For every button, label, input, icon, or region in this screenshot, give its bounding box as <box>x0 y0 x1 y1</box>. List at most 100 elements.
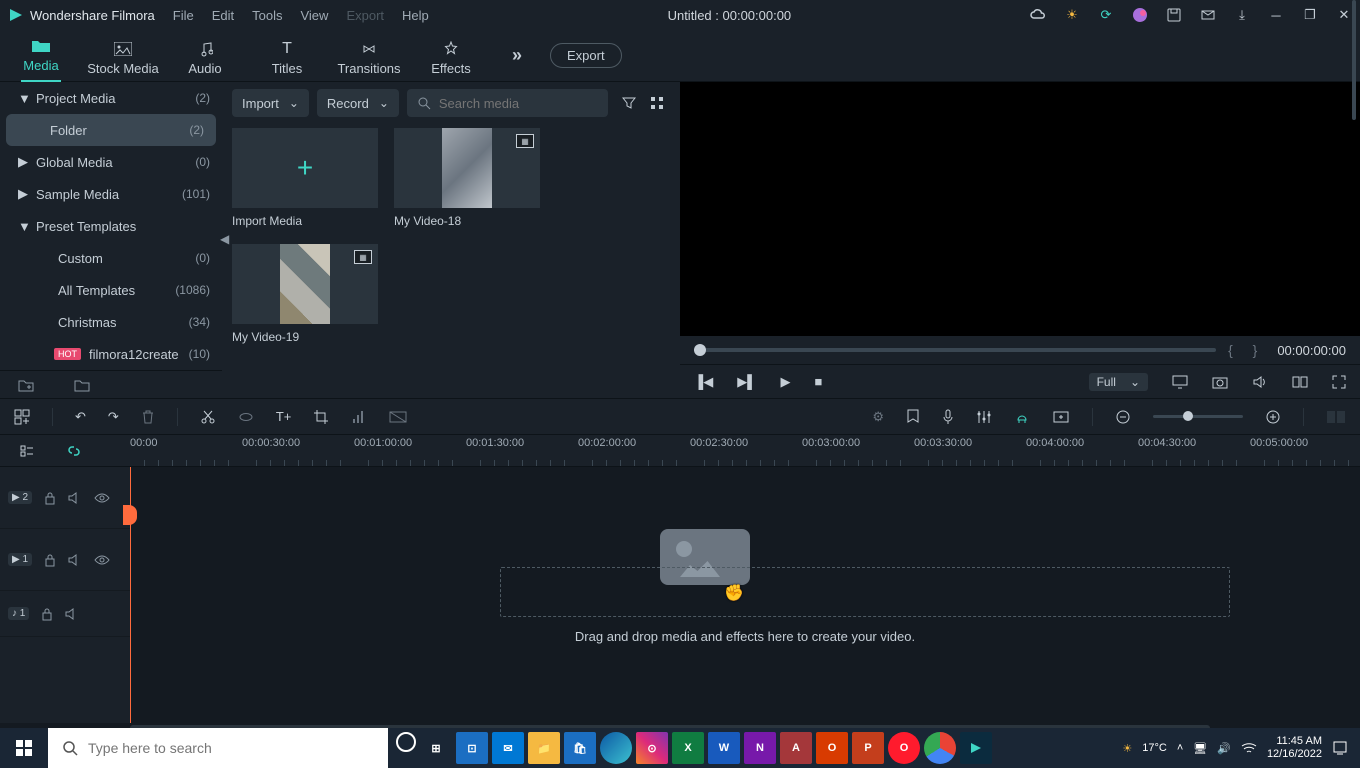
media-thumb[interactable]: + <box>232 128 378 208</box>
lock-icon[interactable] <box>44 491 56 505</box>
timeline-tracks[interactable]: ✊ Drag and drop media and effects here t… <box>130 467 1360 723</box>
menu-edit[interactable]: Edit <box>212 8 234 23</box>
fit-icon[interactable] <box>1326 409 1346 425</box>
search-media-input[interactable] <box>407 89 608 117</box>
crop-icon[interactable] <box>313 409 329 425</box>
explorer-icon[interactable]: 📁 <box>528 732 560 764</box>
powerpoint-icon[interactable]: P <box>852 732 884 764</box>
notifications-icon[interactable] <box>1332 740 1348 756</box>
stop-icon[interactable]: ■ <box>814 374 822 389</box>
magnet-icon[interactable] <box>1014 409 1030 425</box>
media-item[interactable]: ▦My Video-18 <box>394 128 540 228</box>
sidebar-scrollbar[interactable] <box>1352 0 1356 120</box>
weather-icon[interactable]: ☀ <box>1122 742 1132 755</box>
media-thumb[interactable]: ▦ <box>232 244 378 324</box>
office-icon[interactable]: O <box>816 732 848 764</box>
play-icon[interactable]: ▶ <box>780 374 790 390</box>
mute-icon[interactable] <box>65 608 79 620</box>
more-tabs-icon[interactable]: » <box>512 45 522 66</box>
sidebar-item[interactable]: ▼Project Media(2) <box>0 82 222 114</box>
add-text-icon[interactable]: T+ <box>276 409 292 424</box>
chrome-icon[interactable] <box>924 732 956 764</box>
window-close-icon[interactable]: ✕ <box>1336 7 1352 23</box>
snapshot-icon[interactable] <box>1212 375 1228 389</box>
cog-icon[interactable]: ⚙ <box>872 409 884 425</box>
menu-help[interactable]: Help <box>402 8 429 23</box>
tray-icon[interactable]: 🖥 <box>1193 742 1207 755</box>
tab-stock-media[interactable]: Stock Media <box>82 36 164 76</box>
record-dropdown[interactable]: Record ⌄ <box>317 89 399 117</box>
video-track-1-head[interactable]: ▶ 1 <box>0 529 130 591</box>
dropzone[interactable] <box>500 567 1230 617</box>
media-item[interactable]: +Import Media <box>232 128 378 228</box>
step-forward-icon[interactable]: ▶▌ <box>737 374 756 390</box>
opera-icon[interactable]: O <box>888 732 920 764</box>
preview-screen[interactable] <box>680 82 1360 336</box>
media-item[interactable]: ▦My Video-19 <box>232 244 378 344</box>
menu-file[interactable]: File <box>173 8 194 23</box>
cortana-icon[interactable] <box>396 732 416 752</box>
search-field[interactable] <box>439 96 598 111</box>
color-icon[interactable] <box>389 410 407 424</box>
download-icon[interactable]: ⤓ <box>1234 7 1250 23</box>
add-marker-icon[interactable] <box>1052 410 1070 424</box>
speed-icon[interactable] <box>351 409 367 425</box>
sidebar-item[interactable]: ▶Sample Media(101) <box>0 178 222 210</box>
undo-icon[interactable]: ↶ <box>75 409 86 425</box>
mixer-icon[interactable] <box>976 409 992 425</box>
sidebar-item[interactable]: All Templates(1086) <box>0 274 222 306</box>
tab-titles[interactable]: T Titles <box>246 36 328 76</box>
export-button[interactable]: Export <box>550 43 622 68</box>
layout-icon[interactable] <box>14 409 30 425</box>
taskbar-clock[interactable]: 11:45 AM 12/16/2022 <box>1267 735 1322 761</box>
lightbulb-icon[interactable]: ☀ <box>1064 7 1080 23</box>
delete-icon[interactable] <box>141 409 155 425</box>
sidebar-item[interactable]: HOTfilmora12create(10) <box>0 338 222 370</box>
wifi-icon[interactable] <box>1241 742 1257 754</box>
headphones-icon[interactable]: ⟳ <box>1098 7 1114 23</box>
mute-icon[interactable] <box>68 554 82 566</box>
tab-media[interactable]: Media <box>0 33 82 78</box>
start-button[interactable] <box>0 728 48 768</box>
mail-icon[interactable] <box>1200 7 1216 23</box>
collapse-sidebar-icon[interactable]: ◀ <box>220 232 229 246</box>
sidebar-item[interactable]: Christmas(34) <box>0 306 222 338</box>
task-view-icon[interactable]: ⊞ <box>420 732 452 764</box>
edge-icon[interactable] <box>600 732 632 764</box>
seek-bar[interactable] <box>694 348 1216 352</box>
zoom-in-icon[interactable] <box>1265 409 1281 425</box>
lock-icon[interactable] <box>41 607 53 621</box>
tab-transitions[interactable]: Transitions <box>328 36 410 76</box>
window-maximize-icon[interactable]: ❐ <box>1302 7 1318 23</box>
display-icon[interactable] <box>1172 375 1188 389</box>
link-tracks-icon[interactable] <box>66 443 82 459</box>
app-icon[interactable]: ⊡ <box>456 732 488 764</box>
auto-ripple-icon[interactable] <box>20 443 36 459</box>
redo-icon[interactable]: ↷ <box>108 409 119 425</box>
mute-icon[interactable] <box>68 492 82 504</box>
eye-icon[interactable] <box>94 555 110 565</box>
zoom-out-icon[interactable] <box>1115 409 1131 425</box>
tab-audio[interactable]: Audio <box>164 36 246 76</box>
import-dropdown[interactable]: Import ⌄ <box>232 89 309 117</box>
zoom-slider[interactable] <box>1153 415 1243 418</box>
grid-view-icon[interactable] <box>650 96 664 110</box>
weather-temp[interactable]: 17°C <box>1142 742 1167 754</box>
window-minimize-icon[interactable]: ─ <box>1268 7 1284 23</box>
audio-track-1-head[interactable]: ♪ 1 <box>0 591 130 637</box>
media-thumb[interactable]: ▦ <box>394 128 540 208</box>
save-icon[interactable] <box>1166 7 1182 23</box>
taskbar-search-input[interactable] <box>88 740 374 756</box>
sidebar-item[interactable]: ▼Preset Templates <box>0 210 222 242</box>
sidebar-item[interactable]: Custom(0) <box>0 242 222 274</box>
access-icon[interactable]: A <box>780 732 812 764</box>
compare-icon[interactable] <box>1292 375 1308 389</box>
cut-icon[interactable] <box>200 409 216 425</box>
new-folder-icon[interactable] <box>18 378 34 392</box>
instagram-icon[interactable]: ⊙ <box>636 732 668 764</box>
eye-icon[interactable] <box>94 493 110 503</box>
step-back-icon[interactable]: ▐◀ <box>694 374 713 390</box>
profile-orb-icon[interactable] <box>1132 7 1148 23</box>
store-icon[interactable]: 🛍 <box>564 732 596 764</box>
tab-effects[interactable]: Effects <box>410 36 492 76</box>
